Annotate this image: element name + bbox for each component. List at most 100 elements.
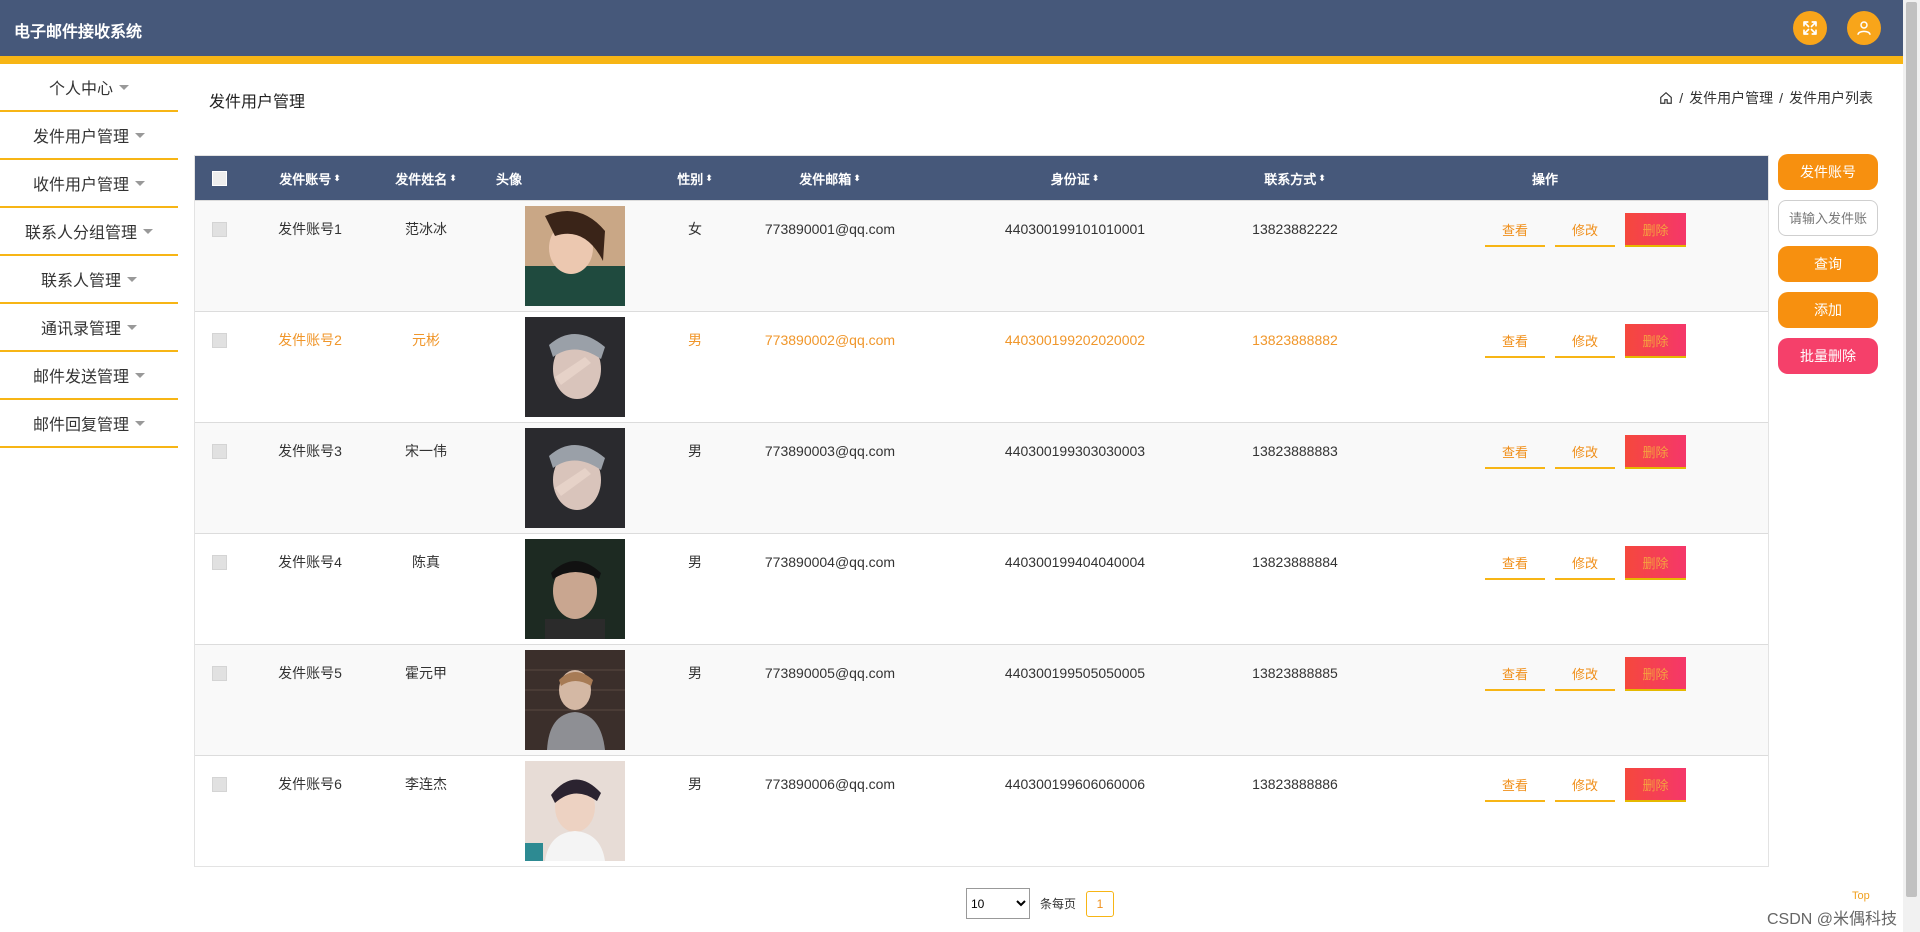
row-checkbox[interactable] xyxy=(211,332,227,348)
column-header-idcard[interactable]: 身份证 ⬍ xyxy=(1015,156,1135,200)
user-menu-button[interactable] xyxy=(1847,11,1881,45)
sidebar-item-contact-groups[interactable]: 联系人分组管理 xyxy=(0,208,178,256)
view-button[interactable]: 查看 xyxy=(1485,546,1545,580)
page-size-select[interactable]: 10 xyxy=(966,888,1030,919)
breadcrumb: / 发件用户管理 / 发件用户列表 xyxy=(1659,88,1873,108)
avatar[interactable] xyxy=(525,317,625,417)
row-checkbox-cell xyxy=(205,534,233,590)
edit-button[interactable]: 修改 xyxy=(1555,435,1615,469)
page-number-button[interactable]: 1 xyxy=(1086,890,1115,917)
sidebar-item-mail-reply[interactable]: 邮件回复管理 xyxy=(0,400,178,448)
table-row[interactable]: 发件账号3 宋一伟 男 773890003@qq.com 44030019930… xyxy=(195,422,1768,533)
sidebar-item-label: 联系人分组管理 xyxy=(24,225,137,242)
table-row[interactable]: 发件账号4 陈真 男 773890004@qq.com 440300199404… xyxy=(195,533,1768,644)
edit-button[interactable]: 修改 xyxy=(1555,213,1615,247)
delete-button[interactable]: 删除 xyxy=(1625,435,1686,469)
sidebar-item-personal-center[interactable]: 个人中心 xyxy=(0,64,178,112)
column-header-account[interactable]: 发件账号 ⬍ xyxy=(265,156,355,200)
sidebar-item-sender-users[interactable]: 发件用户管理 xyxy=(0,112,178,160)
cell-phone: 13823882222 xyxy=(1252,221,1338,237)
view-button[interactable]: 查看 xyxy=(1485,768,1545,802)
avatar[interactable] xyxy=(525,539,625,639)
view-button[interactable]: 查看 xyxy=(1485,324,1545,358)
column-header-email[interactable]: 发件邮箱 ⬍ xyxy=(765,156,895,200)
sidebar-item-label: 邮件回复管理 xyxy=(32,417,129,434)
cell-gender: 男 xyxy=(688,443,702,459)
sidebar-item-mail-send[interactable]: 邮件发送管理 xyxy=(0,352,178,400)
cell-phone: 13823888886 xyxy=(1252,776,1338,792)
row-checkbox-cell xyxy=(205,645,233,701)
delete-button[interactable]: 删除 xyxy=(1625,768,1686,802)
table-row[interactable]: 发件账号6 李连杰 男 773890006@qq.com 44030019960… xyxy=(195,755,1768,866)
select-all-checkbox[interactable] xyxy=(211,170,227,186)
home-icon[interactable] xyxy=(1659,91,1673,105)
avatar[interactable] xyxy=(525,761,625,861)
view-button[interactable]: 查看 xyxy=(1485,435,1545,469)
fullscreen-button[interactable] xyxy=(1793,11,1827,45)
row-checkbox[interactable] xyxy=(211,776,227,792)
table-row[interactable]: 发件账号2 元彬 男 773890002@qq.com 440300199202… xyxy=(195,311,1768,422)
avatar[interactable] xyxy=(525,428,625,528)
table-row[interactable]: 发件账号1 范冰冰 女 773890001@qq.com 44030019910… xyxy=(195,200,1768,311)
edit-button[interactable]: 修改 xyxy=(1555,546,1615,580)
sidebar-item-contacts[interactable]: 联系人管理 xyxy=(0,256,178,304)
cell-name: 陈真 xyxy=(412,554,440,570)
sidebar-item-label: 发件用户管理 xyxy=(32,129,129,146)
scrollbar-thumb[interactable] xyxy=(1906,2,1917,897)
table-header: 发件账号 ⬍ 发件姓名 ⬍ 头像 性别 ⬍ 发件邮箱 ⬍ 身份证 ⬍ 联系方式 ⬍ 操作 xyxy=(195,156,1768,200)
back-to-top-link[interactable]: Top xyxy=(1852,890,1870,902)
edit-button[interactable]: 修改 xyxy=(1555,657,1615,691)
search-input[interactable] xyxy=(1778,200,1878,236)
caret-down-icon xyxy=(127,324,137,330)
search-panel: 发件账号 查询 添加 批量删除 xyxy=(1778,154,1878,384)
sidebar-item-label: 收件用户管理 xyxy=(32,177,129,194)
view-button[interactable]: 查看 xyxy=(1485,657,1545,691)
row-checkbox-cell xyxy=(205,312,233,368)
query-button[interactable]: 查询 xyxy=(1778,246,1878,282)
sidebar-item-label: 邮件发送管理 xyxy=(32,369,129,386)
breadcrumb-item-sender-users[interactable]: 发件用户管理 xyxy=(1689,88,1773,108)
row-checkbox[interactable] xyxy=(211,221,227,237)
row-checkbox[interactable] xyxy=(211,443,227,459)
column-header-phone[interactable]: 联系方式 ⬍ xyxy=(1235,156,1355,200)
cell-idcard: 440300199202020002 xyxy=(1004,332,1146,348)
edit-button[interactable]: 修改 xyxy=(1555,768,1615,802)
row-checkbox-cell xyxy=(205,423,233,479)
row-checkbox[interactable] xyxy=(211,665,227,681)
column-header-label: 发件账号 xyxy=(279,171,332,187)
cell-email: 773890005@qq.com xyxy=(764,665,896,681)
add-button[interactable]: 添加 xyxy=(1778,292,1878,328)
column-header-actions: 操作 xyxy=(1485,156,1605,200)
batch-delete-button[interactable]: 批量删除 xyxy=(1778,338,1878,374)
sort-icon: ⬍ xyxy=(1091,172,1100,183)
column-header-label: 头像 xyxy=(495,171,522,187)
page-scrollbar[interactable] xyxy=(1903,0,1920,932)
sidebar-item-receiver-users[interactable]: 收件用户管理 xyxy=(0,160,178,208)
avatar[interactable] xyxy=(525,206,625,306)
delete-button[interactable]: 删除 xyxy=(1625,657,1686,691)
sidebar-item-address-book[interactable]: 通讯录管理 xyxy=(0,304,178,352)
field-label-button[interactable]: 发件账号 xyxy=(1778,154,1878,190)
breadcrumb-item-sender-list: 发件用户列表 xyxy=(1789,90,1873,106)
avatar[interactable] xyxy=(525,650,625,750)
cell-name: 元彬 xyxy=(412,332,440,348)
delete-button[interactable]: 删除 xyxy=(1625,213,1686,247)
cell-phone: 13823888885 xyxy=(1252,665,1338,681)
delete-button[interactable]: 删除 xyxy=(1625,546,1686,580)
table-row[interactable]: 发件账号5 霍元甲 男 773890005@qq.com 44030019950… xyxy=(195,644,1768,755)
row-checkbox-cell xyxy=(205,756,233,812)
delete-button[interactable]: 删除 xyxy=(1625,324,1686,358)
row-checkbox-cell xyxy=(205,201,233,257)
cell-idcard: 440300199303030003 xyxy=(1004,443,1146,459)
column-header-label: 操作 xyxy=(1531,171,1558,187)
column-header-gender[interactable]: 性别 ⬍ xyxy=(665,156,725,200)
edit-button[interactable]: 修改 xyxy=(1555,324,1615,358)
cell-name: 范冰冰 xyxy=(405,221,447,237)
column-header-name[interactable]: 发件姓名 ⬍ xyxy=(381,156,471,200)
caret-down-icon xyxy=(135,180,145,186)
column-header-label: 性别 xyxy=(677,171,704,187)
column-header-label: 发件邮箱 xyxy=(799,171,852,187)
cell-idcard: 440300199505050005 xyxy=(1004,665,1146,681)
view-button[interactable]: 查看 xyxy=(1485,213,1545,247)
row-checkbox[interactable] xyxy=(211,554,227,570)
